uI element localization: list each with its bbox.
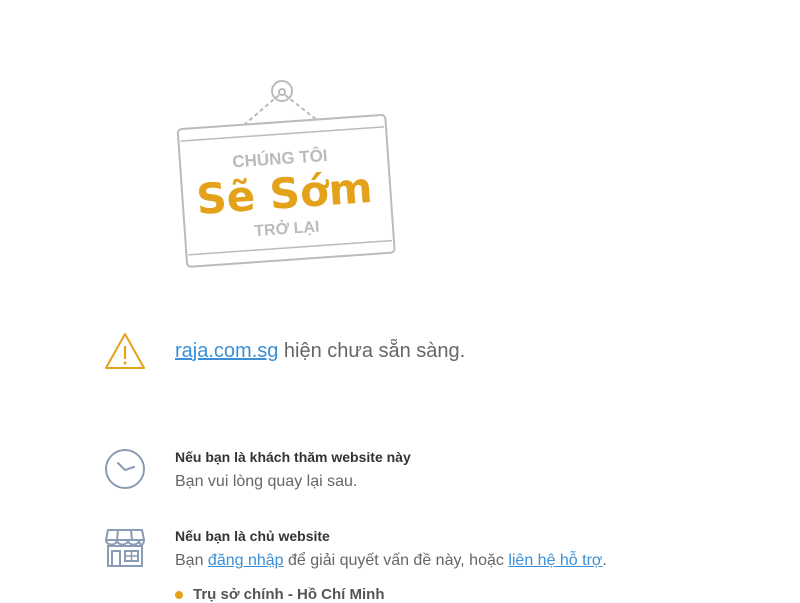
visitor-title: Nếu bạn là khách thăm website này bbox=[175, 449, 411, 465]
owner-body-middle: để giải quyết vấn đề này, hoặc bbox=[283, 552, 509, 569]
status-notice: raja.com.sg hiện chưa sẵn sàng. bbox=[104, 330, 465, 372]
owner-section: Nếu bạn là chủ website Bạn đăng nhập để … bbox=[104, 527, 607, 570]
office-item: Trụ sở chính - Hồ Chí Minh bbox=[175, 586, 384, 603]
notice-message: hiện chưa sẵn sàng. bbox=[278, 339, 466, 362]
visitor-section: Nếu bạn là khách thăm website này Bạn vu… bbox=[104, 448, 411, 491]
bullet-dot-icon bbox=[175, 590, 183, 599]
owner-body: Bạn đăng nhập để giải quyết vấn đề này, … bbox=[175, 552, 607, 570]
owner-body-prefix: Bạn bbox=[175, 552, 208, 569]
owner-title: Nếu bạn là chủ website bbox=[175, 528, 330, 544]
warning-icon bbox=[105, 333, 145, 369]
visitor-content: Nếu bạn là khách thăm website này Bạn vu… bbox=[175, 448, 411, 491]
login-link[interactable]: đăng nhập bbox=[208, 552, 284, 569]
visitor-body: Bạn vui lòng quay lại sau. bbox=[175, 473, 358, 490]
owner-body-suffix: . bbox=[602, 552, 607, 569]
clock-icon bbox=[105, 449, 145, 489]
support-link[interactable]: liên hệ hỗ trợ bbox=[508, 552, 602, 569]
domain-link[interactable]: raja.com.sg bbox=[175, 340, 278, 362]
notice-text: raja.com.sg hiện chưa sẵn sàng. bbox=[175, 340, 465, 363]
coming-back-soon-sign: CHÚNG TÔI Sẽ Sớm TRỞ LẠI bbox=[176, 80, 396, 268]
store-icon bbox=[105, 529, 145, 567]
office-label: Trụ sở chính - Hồ Chí Minh bbox=[193, 586, 385, 603]
owner-content: Nếu bạn là chủ website Bạn đăng nhập để … bbox=[175, 527, 607, 570]
